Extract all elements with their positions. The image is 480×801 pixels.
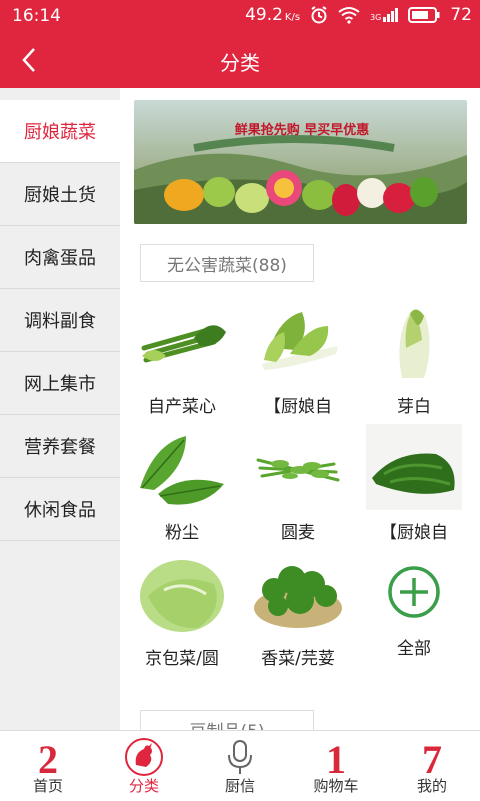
coriander-icon	[254, 566, 342, 628]
svg-text:7: 7	[422, 737, 442, 777]
sidebar-item-vegetables[interactable]: 厨娘蔬菜	[0, 100, 120, 163]
section-tag-vegetables[interactable]: 无公害蔬菜(88)	[140, 244, 314, 282]
sidebar-item-label: 厨娘蔬菜	[24, 122, 96, 143]
napa-cabbage-icon	[399, 309, 430, 378]
tab-messages[interactable]: 厨信	[192, 731, 288, 801]
product-name: 芽白	[397, 397, 431, 417]
rooster-icon	[125, 738, 163, 776]
bottom-tab-bar: 2 首页 分类 厨信 1 购物车 7 我的	[0, 730, 480, 801]
product-name: 【厨娘自	[380, 523, 448, 543]
section-tag-label: 豆制品(5)	[189, 717, 264, 731]
cabbage-icon	[140, 560, 224, 632]
tab-cart[interactable]: 1 购物车	[288, 731, 384, 801]
sidebar-item-label: 营养套餐	[24, 437, 96, 458]
product-name: 京包菜/圆	[145, 649, 219, 669]
status-time: 16:14	[12, 6, 61, 26]
cart-icon: 1	[326, 737, 346, 777]
tab-home[interactable]: 2 首页	[0, 731, 96, 801]
sidebar-item-label: 厨娘土货	[24, 185, 96, 206]
microphone-icon	[228, 740, 252, 774]
bok-choy-icon	[262, 312, 338, 370]
fruit-banner-image: 鲜果抢先购 早买早优惠	[134, 100, 467, 224]
svg-text:1: 1	[326, 737, 346, 777]
network-speed-unit: K/s	[284, 12, 301, 23]
nav-bar: 分类	[0, 32, 480, 88]
category-content: 鲜果抢先购 早买早优惠 无公害蔬菜(88) 自产菜心 【厨娘自 芽白 粉尘 圆麦…	[120, 88, 480, 730]
tab-label: 首页	[32, 777, 63, 795]
tab-profile[interactable]: 7 我的	[384, 731, 480, 801]
tab-label: 我的	[416, 777, 447, 795]
alarm-icon	[311, 6, 327, 24]
section-tag-label: 无公害蔬菜(88)	[167, 255, 287, 276]
page-title: 分类	[220, 51, 260, 75]
sidebar-item-condiments[interactable]: 调料副食	[0, 289, 120, 352]
battery-icon	[408, 7, 440, 23]
greens-icon	[256, 458, 340, 482]
product-name: 香菜/芫荽	[261, 649, 335, 669]
signal-icon: 3G	[370, 8, 399, 22]
sidebar-item-local-goods[interactable]: 厨娘土货	[0, 163, 120, 226]
tab-label: 分类	[128, 777, 159, 795]
tab-label: 购物车	[313, 777, 359, 795]
network-speed: 49.2 K/s	[245, 5, 300, 25]
view-all-button[interactable]: 全部	[366, 550, 462, 668]
product-item[interactable]: 自产菜心	[134, 298, 230, 417]
product-item[interactable]: 圆麦	[250, 424, 346, 543]
svg-text:2: 2	[38, 737, 58, 777]
product-item[interactable]: 芽白	[366, 298, 462, 417]
battery-level: 72	[450, 5, 472, 25]
network-type: 3G	[370, 13, 382, 22]
mint-leaves-icon	[140, 436, 224, 505]
product-item[interactable]: 【厨娘自	[366, 424, 462, 543]
arugula-icon	[366, 424, 462, 510]
category-sidebar: 厨娘蔬菜 厨娘土货 肉禽蛋品 调料副食 网上集市 营养套餐 休闲食品	[0, 100, 120, 730]
sidebar-item-label: 肉禽蛋品	[24, 248, 96, 269]
status-icons: 49.2 K/s 3G 72	[245, 5, 472, 25]
status-bar: 16:14 49.2 K/s 3G 72	[0, 0, 480, 32]
product-name: 粉尘	[165, 523, 199, 543]
plus-circle-icon	[388, 566, 440, 618]
section-tag-tofu[interactable]: 豆制品(5)	[140, 710, 314, 730]
wifi-icon	[338, 7, 360, 24]
sidebar-item-online-market[interactable]: 网上集市	[0, 352, 120, 415]
sidebar-item-label: 网上集市	[24, 374, 96, 395]
home-icon: 2	[38, 737, 58, 777]
tab-category[interactable]: 分类	[96, 731, 192, 801]
product-name: 【厨娘自	[264, 397, 332, 417]
tab-label: 厨信	[224, 777, 255, 795]
sidebar-item-label: 休闲食品	[24, 500, 96, 521]
product-item[interactable]: 京包菜/圆	[134, 550, 230, 669]
view-all-label: 全部	[397, 639, 431, 659]
banner-text: 鲜果抢先购 早买早优惠	[235, 122, 370, 138]
product-item[interactable]: 香菜/芫荽	[250, 550, 346, 669]
choy-sum-icon	[141, 325, 226, 363]
sidebar-item-nutrition-sets[interactable]: 营养套餐	[0, 415, 120, 478]
product-item[interactable]: 粉尘	[134, 424, 230, 543]
product-item[interactable]: 【厨娘自	[250, 298, 346, 417]
network-speed-value: 49.2	[245, 5, 283, 25]
product-name: 自产菜心	[148, 397, 216, 417]
sidebar-item-snacks[interactable]: 休闲食品	[0, 478, 120, 541]
product-name: 圆麦	[281, 523, 315, 543]
user-icon: 7	[422, 737, 442, 777]
sidebar-item-label: 调料副食	[24, 311, 96, 332]
promo-banner[interactable]: 鲜果抢先购 早买早优惠	[134, 100, 467, 224]
sidebar-item-meat-eggs[interactable]: 肉禽蛋品	[0, 226, 120, 289]
